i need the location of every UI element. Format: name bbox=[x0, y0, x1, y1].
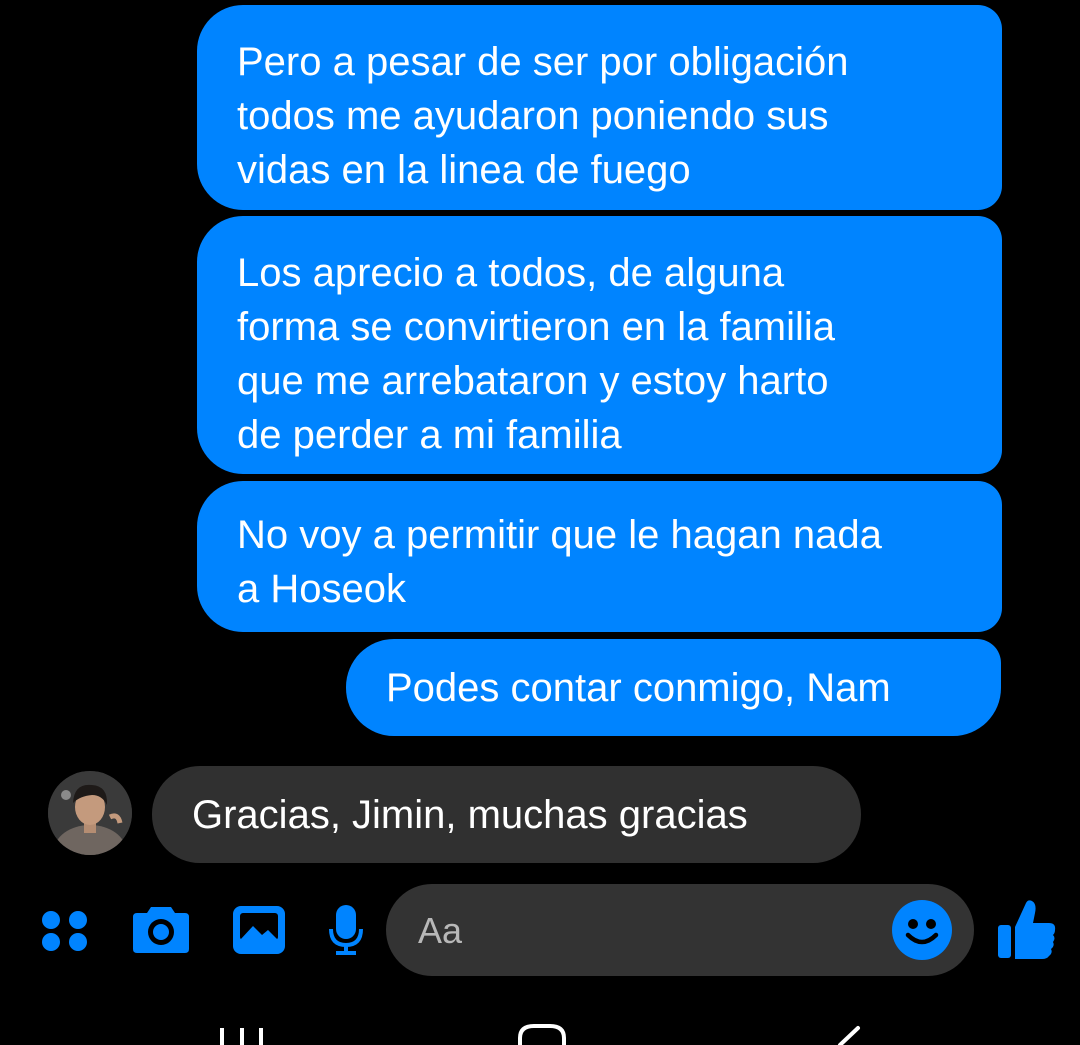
camera-icon[interactable] bbox=[131, 903, 191, 955]
emoji-icon[interactable] bbox=[891, 899, 953, 961]
outgoing-message[interactable]: Los aprecio a todos, de alguna forma se … bbox=[197, 216, 1002, 474]
home-icon[interactable] bbox=[512, 1022, 572, 1045]
like-thumb-icon[interactable] bbox=[996, 897, 1058, 961]
system-navigation-bar bbox=[0, 1010, 1080, 1045]
contact-avatar[interactable] bbox=[48, 771, 132, 855]
avatar-photo bbox=[48, 771, 132, 855]
incoming-message[interactable]: Gracias, Jimin, muchas gracias bbox=[152, 766, 861, 863]
microphone-icon[interactable] bbox=[328, 903, 364, 957]
message-input[interactable] bbox=[416, 884, 880, 978]
recent-apps-icon[interactable] bbox=[220, 1026, 264, 1045]
outgoing-message[interactable]: Pero a pesar de ser por obligación todos… bbox=[197, 5, 1002, 210]
outgoing-message[interactable]: Podes contar conmigo, Nam bbox=[346, 639, 1001, 736]
message-composer[interactable] bbox=[386, 884, 974, 978]
back-icon[interactable] bbox=[826, 1024, 866, 1045]
menu-dots-icon[interactable] bbox=[40, 908, 90, 954]
outgoing-message[interactable]: No voy a permitir que le hagan nada a Ho… bbox=[197, 481, 1002, 632]
gallery-icon[interactable] bbox=[231, 904, 287, 956]
